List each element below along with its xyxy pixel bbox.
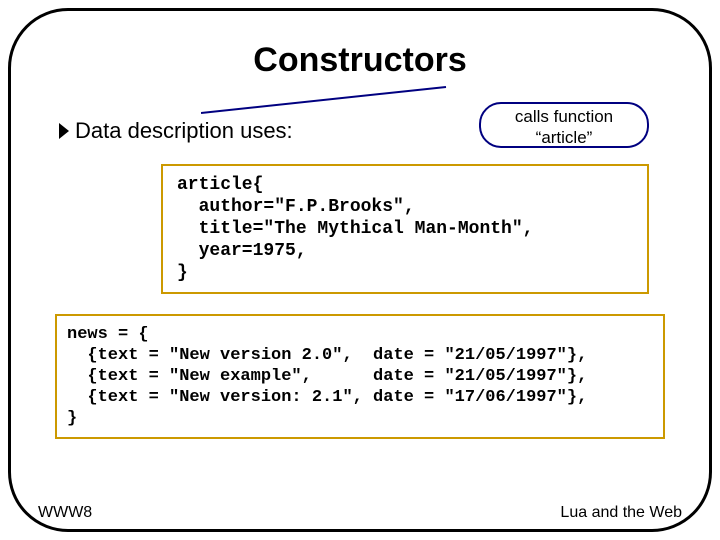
footer-right: Lua and the Web — [560, 504, 682, 522]
callout-bubble: calls function “article” — [479, 102, 649, 148]
footer-left: WWW8 — [38, 504, 92, 522]
bullet-line: Data description uses: — [59, 118, 293, 144]
slide-frame: Constructors Data description uses: call… — [8, 8, 712, 532]
callout-line1: calls function — [481, 106, 647, 127]
code-block-news: news = { {text = "New version 2.0", date… — [55, 314, 665, 439]
bullet-row: Data description uses: calls function “a… — [41, 102, 679, 158]
bullet-arrow-icon — [59, 123, 69, 139]
callout-line2: “article” — [481, 127, 647, 148]
code-block-article: article{ author="F.P.Brooks", title="The… — [161, 164, 649, 294]
slide-title: Constructors — [41, 41, 679, 80]
bullet-text: Data description uses: — [75, 118, 293, 143]
